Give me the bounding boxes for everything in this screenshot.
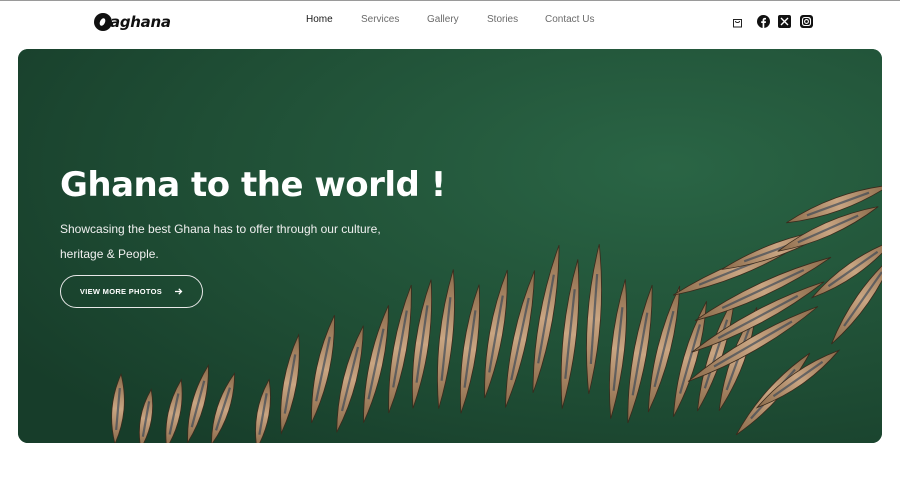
arrow-right-icon (174, 287, 183, 296)
site-header: aghana Home Services Gallery Stories Con… (0, 1, 900, 43)
x-icon[interactable] (778, 15, 791, 28)
hero-banner: Ghana to the world ! Showcasing the best… (18, 49, 882, 443)
nav-item-contact-us[interactable]: Contact Us (545, 14, 594, 25)
hero-subtitle: Showcasing the best Ghana has to offer t… (60, 222, 381, 261)
facebook-icon[interactable] (757, 15, 770, 28)
view-more-photos-button[interactable]: VIEW MORE PHOTOS (60, 275, 203, 308)
nav-item-stories[interactable]: Stories (487, 14, 518, 25)
view-more-photos-label: VIEW MORE PHOTOS (79, 287, 163, 296)
nav-item-gallery[interactable]: Gallery (427, 14, 459, 25)
cart-icon[interactable] (731, 15, 744, 28)
nav-item-services[interactable]: Services (361, 14, 399, 25)
instagram-icon[interactable] (800, 15, 813, 28)
hero-title: Ghana to the world ! (60, 165, 446, 205)
nav-item-home[interactable]: Home (306, 14, 333, 25)
